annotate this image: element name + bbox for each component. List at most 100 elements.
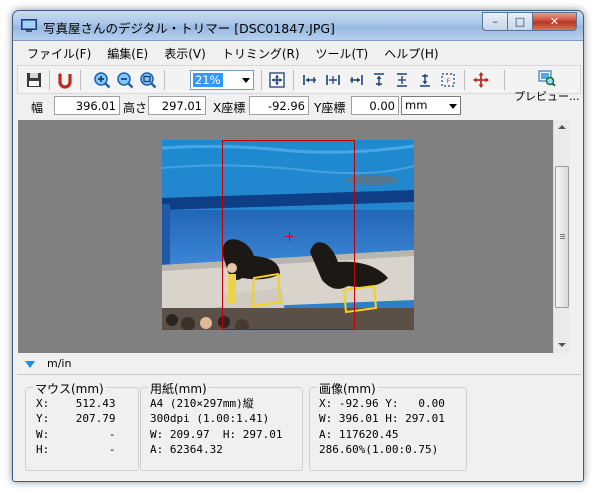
y-coordinate-label: Y座標 — [314, 101, 346, 115]
undo-button[interactable] — [54, 69, 76, 91]
unit-toggle-button[interactable]: m/in — [47, 357, 71, 370]
chevron-down-icon — [449, 104, 457, 109]
toolbar-separator — [261, 70, 262, 90]
menu-tools[interactable]: ツール(T) — [308, 42, 377, 63]
paper-info-group: 用紙(mm) A4 (210×297mm)縦 300dpi (1.00:1.41… — [140, 380, 303, 471]
center-crop-icon — [269, 72, 285, 88]
paper-group-title: 用紙(mm) — [148, 380, 209, 397]
zoom-in-button[interactable] — [91, 69, 113, 91]
fit-paper-button[interactable]: F — [437, 69, 459, 91]
align-top-icon — [374, 73, 384, 86]
y-coordinate-field[interactable]: 0.00 — [351, 96, 399, 115]
crop-parameters-bar: 幅 396.01 高さ 297.01 X座標 -92.96 Y座標 0.00 m… — [17, 95, 509, 117]
move-button[interactable] — [470, 69, 492, 91]
paper-size-value: A4 (210×297mm)縦 — [150, 397, 254, 410]
x-coordinate-label: X座標 — [213, 101, 246, 115]
align-left-button[interactable] — [299, 69, 321, 91]
zoom-in-icon — [94, 72, 111, 89]
mouse-h-value: H: - — [36, 443, 116, 456]
image-info-group: 画像(mm) X: -92.96 Y: 0.00 W: 396.01 H: 29… — [309, 380, 467, 471]
toolbar-separator — [504, 70, 505, 90]
toolbar-separator — [164, 70, 165, 90]
scroll-thumb[interactable] — [555, 166, 569, 308]
unit-dropdown[interactable]: mm — [401, 96, 461, 115]
scroll-down-arrow-icon[interactable] — [558, 343, 566, 347]
width-field[interactable]: 396.01 — [54, 96, 120, 115]
center-crop-button[interactable] — [266, 69, 288, 91]
save-icon — [27, 73, 41, 87]
toolbar-separator — [464, 70, 465, 90]
save-button[interactable] — [23, 69, 45, 91]
window-title: 写真屋さんのデジタル・トリマー [DSC01847.JPG] — [43, 21, 335, 36]
app-window: 写真屋さんのデジタル・トリマー [DSC01847.JPG] – □ ✕ ファイ… — [12, 10, 584, 482]
menu-edit[interactable]: 編集(E) — [99, 42, 156, 63]
svg-text:F: F — [447, 78, 451, 85]
mouse-info-group: マウス(mm) X: 512.43 Y: 207.79 W: - H: - — [25, 380, 139, 471]
paper-dpi-value: 300dpi (1.00:1.41) — [150, 412, 270, 425]
crosshair-icon-vertical — [289, 232, 290, 241]
info-panel: マウス(mm) X: 512.43 Y: 207.79 W: - H: - 用紙… — [17, 374, 581, 479]
menu-help[interactable]: ヘルプ(H) — [376, 42, 446, 63]
image-group-title: 画像(mm) — [317, 380, 378, 397]
x-coordinate-field[interactable]: -92.96 — [249, 96, 309, 115]
align-right-icon — [350, 75, 363, 85]
grip-line — [560, 236, 565, 237]
grip-line — [560, 234, 565, 235]
image-canvas[interactable] — [18, 120, 553, 353]
mouse-w-value: W: - — [36, 428, 116, 441]
toolbar-separator — [293, 70, 294, 90]
vertical-scrollbar[interactable] — [553, 120, 570, 353]
mouse-group-title: マウス(mm) — [33, 380, 106, 397]
move-icon — [473, 72, 489, 88]
zoom-out-icon — [117, 72, 134, 89]
window-controls: – □ ✕ — [482, 12, 577, 31]
height-field[interactable]: 297.01 — [148, 96, 206, 115]
maximize-button[interactable]: □ — [508, 12, 533, 31]
paper-area-value: A: 62364.32 — [150, 443, 223, 456]
title-bar[interactable]: 写真屋さんのデジタル・トリマー [DSC01847.JPG] – □ ✕ — [13, 11, 583, 41]
collapse-arrow-icon[interactable] — [25, 361, 35, 368]
align-bottom-icon — [420, 74, 430, 87]
image-wh-value: W: 396.01 H: 297.01 — [319, 412, 445, 425]
height-label: 高さ — [123, 101, 148, 115]
chevron-down-icon — [242, 78, 250, 83]
preview-button[interactable]: プレビュー... — [514, 66, 580, 115]
unit-value: mm — [405, 98, 428, 112]
align-center-h-button[interactable] — [322, 69, 344, 91]
menu-file[interactable]: ファイル(F) — [19, 42, 99, 63]
mouse-x-value: X: 512.43 — [36, 397, 116, 410]
preview-icon — [538, 70, 556, 86]
scroll-up-arrow-icon[interactable] — [558, 125, 566, 129]
zoom-dropdown[interactable]: 21% — [190, 70, 254, 90]
toolbar-separator — [80, 70, 81, 90]
align-top-button[interactable] — [368, 69, 390, 91]
preview-label: プレビュー... — [514, 90, 580, 103]
fit-paper-icon: F — [441, 73, 455, 87]
image-area-value: A: 117620.45 — [319, 428, 399, 441]
minimize-button[interactable]: – — [482, 12, 508, 31]
align-middle-v-button[interactable] — [391, 69, 413, 91]
image-xy-value: X: -92.96 Y: 0.00 — [319, 397, 445, 410]
align-right-button[interactable] — [345, 69, 367, 91]
align-center-h-icon — [326, 75, 340, 85]
mouse-y-value: Y: 207.79 — [36, 412, 116, 425]
menu-view[interactable]: 表示(V) — [156, 42, 214, 63]
toolbar: 21% F プレビュー... — [17, 65, 581, 103]
zoom-value: 21% — [193, 73, 223, 87]
width-label: 幅 — [31, 101, 44, 115]
grip-line — [560, 238, 565, 239]
zoom-out-button[interactable] — [114, 69, 136, 91]
app-icon — [21, 19, 37, 32]
zoom-fit-button[interactable] — [137, 69, 159, 91]
image-scale-value: 286.60%(1.00:0.75) — [319, 443, 439, 456]
menu-bar: ファイル(F) 編集(E) 表示(V) トリミング(R) ツール(T) ヘルプ(… — [13, 42, 583, 63]
close-button[interactable]: ✕ — [533, 12, 577, 31]
undo-icon — [58, 72, 72, 89]
menu-trimming[interactable]: トリミング(R) — [214, 42, 308, 63]
align-middle-v-icon — [397, 73, 407, 87]
toolbar-separator — [49, 70, 50, 90]
zoom-fit-icon — [140, 72, 157, 89]
align-bottom-button[interactable] — [414, 69, 436, 91]
paper-wh-value: W: 209.97 H: 297.01 — [150, 428, 283, 441]
align-left-icon — [303, 75, 316, 85]
